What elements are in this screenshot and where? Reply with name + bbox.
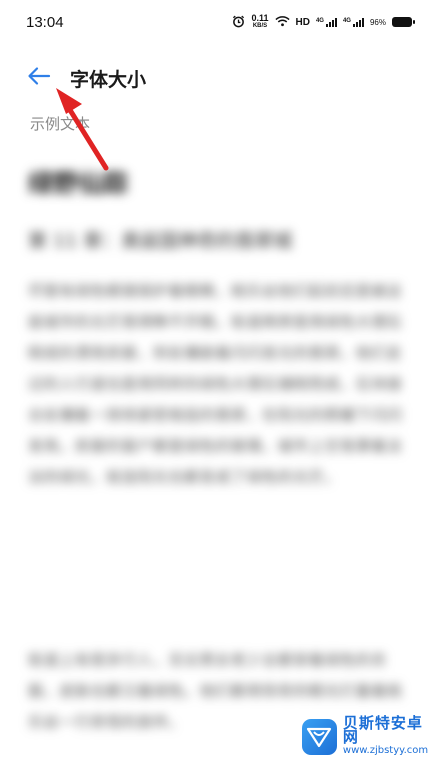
network-speed-value: 0.11 xyxy=(251,13,269,23)
sim1-signal-icon: 4G xyxy=(315,17,337,27)
sample-chapter-title: 第 11 章：奥兹国神奇的翡翠城 xyxy=(28,230,293,252)
watermark: 贝斯特安卓网 www.zjbstyy.com xyxy=(302,716,436,758)
wifi-icon xyxy=(274,15,290,29)
page-title: 字体大小 xyxy=(70,68,147,91)
watermark-url: www.zjbstyy.com xyxy=(342,745,429,756)
network-speed-unit: KB/S xyxy=(252,23,268,29)
back-arrow-icon xyxy=(27,66,51,90)
sample-paragraph: 尽管有绿色眼镜保护着眼睛，桃乐丝他们起初还是被这座城市的光芒晃得睁不开眼。街道两… xyxy=(28,282,403,486)
watermark-name: 贝斯特安卓网 xyxy=(342,714,423,746)
back-button[interactable] xyxy=(24,63,54,93)
hd-indicator: HD xyxy=(295,16,310,28)
header: 字体大小 xyxy=(0,52,436,104)
status-time: 13:04 xyxy=(26,13,64,31)
battery-percent: 96% xyxy=(369,17,386,27)
network-speed: 0.11 KB/S xyxy=(251,14,268,30)
sim1-network-tag: 4G xyxy=(315,17,324,24)
status-bar: 13:04 0.11 KB/S HD 4G 4G 96% xyxy=(0,0,436,44)
sample-text-label: 示例文本 xyxy=(30,115,91,133)
sim2-network-tag: 4G xyxy=(342,17,351,24)
watermark-logo-icon xyxy=(302,719,337,755)
sim2-signal-icon: 4G xyxy=(342,17,364,27)
status-icons: 0.11 KB/S HD 4G 4G 96% xyxy=(232,14,415,30)
sample-text-preview: 绿野仙踪 第 11 章：奥兹国神奇的翡翠城 尽管有绿色眼镜保护着眼睛，桃乐丝他们… xyxy=(0,150,436,758)
battery-icon xyxy=(392,17,415,27)
alarm-icon xyxy=(232,15,245,30)
sample-book-title: 绿野仙踪 xyxy=(28,169,129,198)
